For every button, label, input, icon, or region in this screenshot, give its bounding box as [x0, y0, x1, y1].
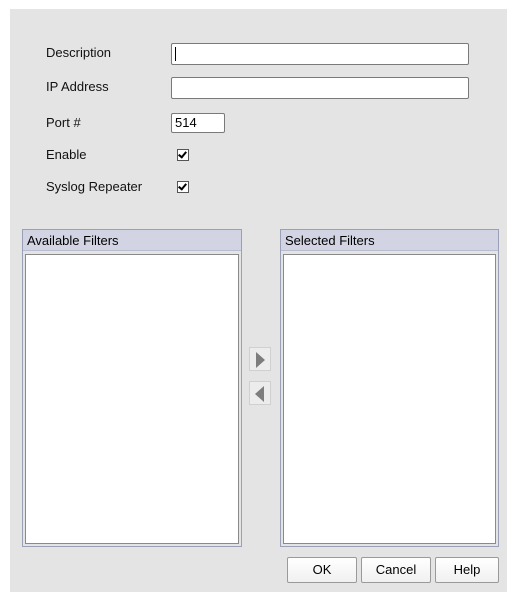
remove-filter-button[interactable] — [249, 381, 271, 405]
available-filters-list[interactable] — [25, 254, 239, 544]
ip-address-label: IP Address — [46, 79, 109, 94]
selected-filters-list[interactable] — [283, 254, 496, 544]
help-button[interactable]: Help — [435, 557, 499, 583]
enable-label: Enable — [46, 147, 87, 162]
port-label: Port # — [46, 115, 81, 130]
description-field[interactable] — [171, 43, 469, 65]
port-field[interactable]: 514 — [171, 113, 225, 133]
enable-checkbox[interactable] — [177, 149, 189, 161]
arrow-right-icon — [256, 352, 265, 368]
ip-address-field[interactable] — [171, 77, 469, 99]
selected-filters-header: Selected Filters — [281, 230, 498, 251]
syslog-repeater-checkbox[interactable] — [177, 181, 189, 193]
add-filter-button[interactable] — [249, 347, 271, 371]
description-label: Description — [46, 45, 112, 60]
syslog-repeater-label: Syslog Repeater — [46, 179, 143, 194]
available-filters-header: Available Filters — [23, 230, 241, 251]
arrow-left-icon — [255, 386, 264, 402]
selected-filters-panel: Selected Filters — [280, 229, 499, 547]
cancel-button[interactable]: Cancel — [361, 557, 431, 583]
syslog-dialog: Description IP Address Port # 514 Enable… — [10, 9, 507, 592]
available-filters-panel: Available Filters — [22, 229, 242, 547]
ok-button[interactable]: OK — [287, 557, 357, 583]
